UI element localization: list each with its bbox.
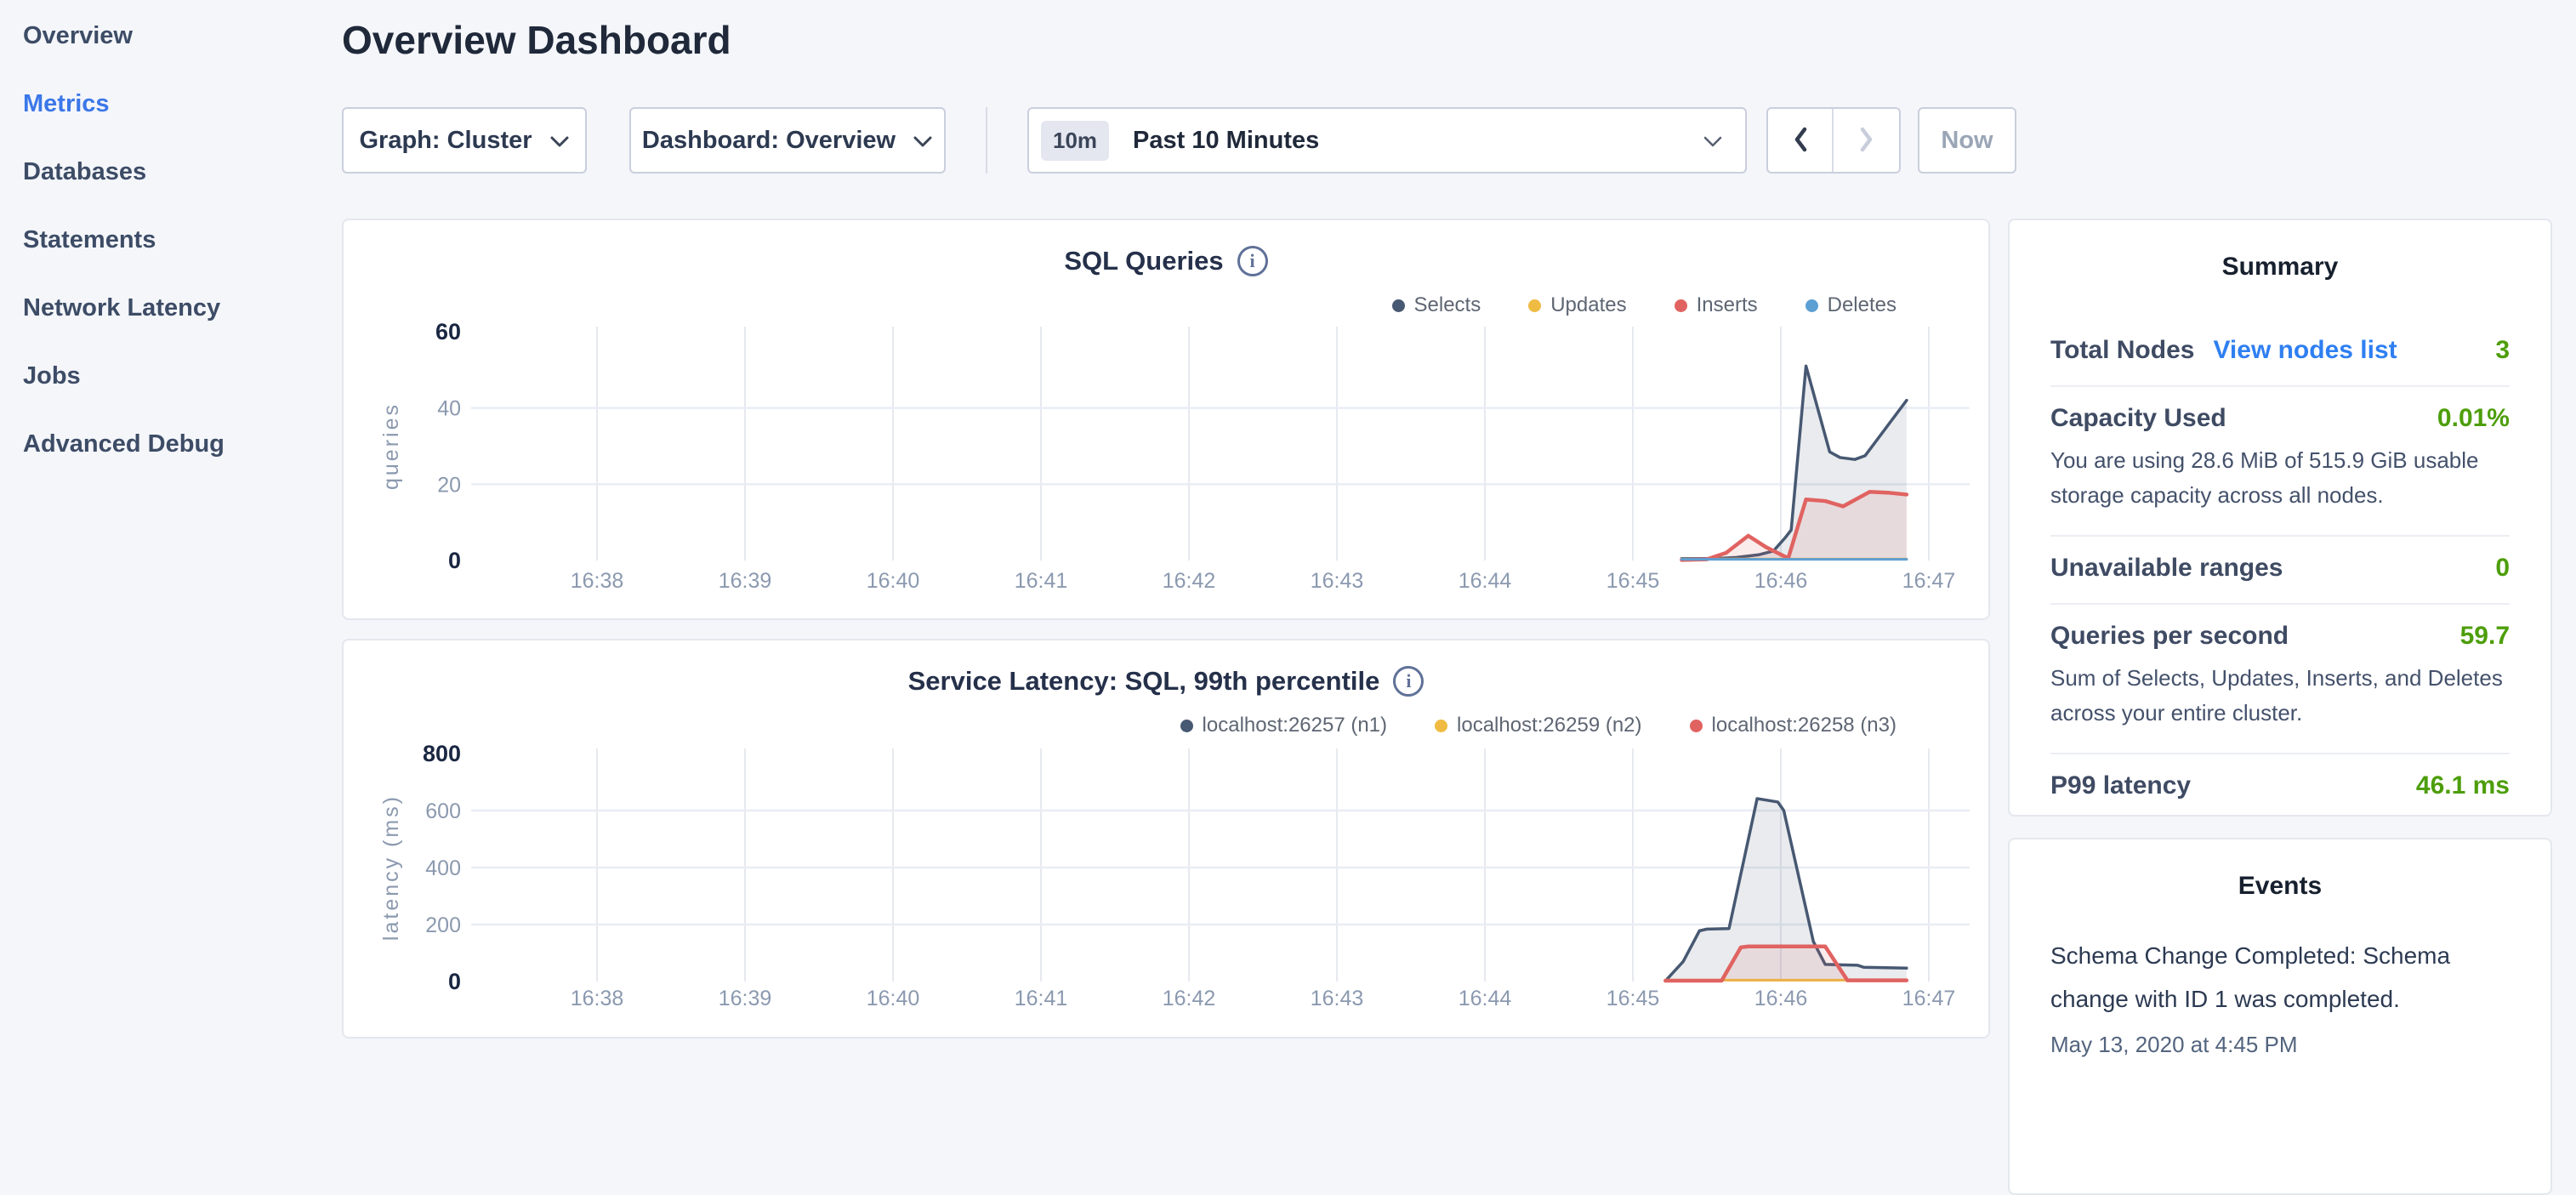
svg-text:16:40: 16:40 xyxy=(867,569,920,593)
summary-heading: Summary xyxy=(2050,253,2510,282)
sidebar-item-metrics[interactable]: Metrics xyxy=(0,70,342,138)
service-latency-panel: Service Latency: SQL, 99th percentileilo… xyxy=(342,639,1990,1039)
event-item[interactable]: Schema Change Completed: Schema change w… xyxy=(2050,935,2510,1058)
sidebar-item-label: Jobs xyxy=(23,362,81,390)
summary-row-label: Queries per second xyxy=(2050,622,2289,651)
svg-text:40: 40 xyxy=(437,397,461,421)
chevron-right-icon xyxy=(1858,126,1875,156)
summary-row-value: 59.7 xyxy=(2460,622,2510,651)
summary-row-description: Sum of Selects, Updates, Inserts, and De… xyxy=(2050,657,2510,739)
svg-text:16:39: 16:39 xyxy=(719,987,772,1010)
view-nodes-list-link[interactable]: View nodes list xyxy=(2213,336,2397,365)
sidebar-item-label: Advanced Debug xyxy=(23,430,225,458)
time-range-label: Past 10 Minutes xyxy=(1133,127,1319,155)
page-title: Overview Dashboard xyxy=(342,17,731,63)
svg-text:16:42: 16:42 xyxy=(1163,569,1216,593)
chevron-down-icon xyxy=(913,127,933,155)
svg-text:16:44: 16:44 xyxy=(1459,987,1512,1010)
summary-row-value: 0.01% xyxy=(2437,404,2510,433)
time-back-button[interactable] xyxy=(1768,109,1834,172)
svg-text:16:42: 16:42 xyxy=(1163,987,1216,1010)
svg-text:16:40: 16:40 xyxy=(867,987,920,1010)
sidebar-item-statements[interactable]: Statements xyxy=(0,206,342,274)
svg-text:16:46: 16:46 xyxy=(1754,987,1808,1010)
time-nav-group xyxy=(1766,107,1901,174)
sidebar-item-overview[interactable]: Overview xyxy=(0,2,342,70)
summary-row-label: P99 latency xyxy=(2050,771,2191,800)
svg-text:16:39: 16:39 xyxy=(719,569,772,593)
svg-text:16:38: 16:38 xyxy=(571,987,624,1010)
controls-divider xyxy=(986,107,987,174)
summary-row: Unavailable ranges 0 xyxy=(2050,537,2510,589)
sidebar-item-label: Statements xyxy=(23,226,156,254)
summary-row: P99 latency 46.1 ms xyxy=(2050,754,2510,807)
graph-scope-dropdown-label: Graph: Cluster xyxy=(359,127,532,155)
service-latency-plot[interactable]: 16:38 16:39 16:40 16:41 16:42 16:43 16:44 16:45… xyxy=(344,640,1988,1037)
svg-text:16:44: 16:44 xyxy=(1459,569,1512,593)
summary-row: Queries per second 59.7 xyxy=(2050,605,2510,657)
svg-text:16:43: 16:43 xyxy=(1311,987,1364,1010)
summary-row: Capacity Used 0.01% xyxy=(2050,387,2510,440)
dashboard-dropdown[interactable]: Dashboard: Overview xyxy=(629,107,946,174)
svg-text:400: 400 xyxy=(425,856,461,880)
svg-text:20: 20 xyxy=(437,473,461,497)
svg-text:800: 800 xyxy=(423,741,461,766)
summary-row-description: You are using 28.6 MiB of 515.9 GiB usab… xyxy=(2050,440,2510,521)
dashboard-dropdown-label: Dashboard: Overview xyxy=(642,127,896,155)
event-message: Schema Change Completed: Schema change w… xyxy=(2050,935,2510,1021)
sidebar-item-network-latency[interactable]: Network Latency xyxy=(0,274,342,342)
sql-queries-plot[interactable]: 16:38 16:39 16:40 16:41 16:42 16:43 16:44 16:45… xyxy=(344,220,1988,618)
sidebar-item-label: Metrics xyxy=(23,90,110,118)
svg-text:0: 0 xyxy=(448,548,461,573)
controls-bar: Graph: Cluster Dashboard: Overview 10m P… xyxy=(342,107,2016,174)
event-timestamp: May 13, 2020 at 4:45 PM xyxy=(2050,1032,2510,1058)
time-range-badge: 10m xyxy=(1041,121,1109,161)
summary-row-value: 3 xyxy=(2495,336,2510,365)
summary-row-value: 46.1 ms xyxy=(2416,771,2510,800)
chevron-down-icon xyxy=(1703,127,1723,155)
svg-text:0: 0 xyxy=(448,969,461,994)
events-heading: Events xyxy=(2050,872,2510,901)
sidebar-item-databases[interactable]: Databases xyxy=(0,138,342,206)
svg-text:200: 200 xyxy=(425,913,461,937)
summary-panel: Summary Total Nodes View nodes list 3 Capac… xyxy=(2008,219,2552,817)
sidebar-nav: Overview Metrics Databases Statements Networ… xyxy=(0,0,342,478)
chevron-left-icon xyxy=(1792,126,1809,156)
svg-text:16:45: 16:45 xyxy=(1606,987,1660,1010)
now-button[interactable]: Now xyxy=(1918,107,2016,174)
sidebar-item-jobs[interactable]: Jobs xyxy=(0,342,342,410)
svg-text:16:47: 16:47 xyxy=(1902,569,1956,593)
svg-text:16:47: 16:47 xyxy=(1902,987,1956,1010)
events-panel: Events Schema Change Completed: Schema c… xyxy=(2008,838,2552,1195)
time-forward-button[interactable] xyxy=(1834,109,1899,172)
summary-row-label: Unavailable ranges xyxy=(2050,554,2283,583)
time-range-dropdown[interactable]: 10m Past 10 Minutes xyxy=(1027,107,1747,174)
sidebar-item-advanced-debug[interactable]: Advanced Debug xyxy=(0,410,342,478)
sidebar-item-label: Network Latency xyxy=(23,294,220,322)
sidebar-item-label: Databases xyxy=(23,158,146,186)
svg-text:16:43: 16:43 xyxy=(1311,569,1364,593)
chevron-down-icon xyxy=(549,127,570,155)
summary-row-value: 0 xyxy=(2495,554,2510,583)
svg-text:60: 60 xyxy=(435,319,461,344)
svg-text:600: 600 xyxy=(425,800,461,823)
graph-scope-dropdown[interactable]: Graph: Cluster xyxy=(342,107,587,174)
summary-row-label: Capacity Used xyxy=(2050,404,2226,433)
svg-text:queries: queries xyxy=(379,402,403,490)
summary-row: Total Nodes View nodes list 3 xyxy=(2050,319,2510,372)
svg-text:16:41: 16:41 xyxy=(1015,569,1068,593)
svg-text:latency (ms): latency (ms) xyxy=(379,794,403,941)
svg-text:16:41: 16:41 xyxy=(1015,987,1068,1010)
svg-text:16:45: 16:45 xyxy=(1606,569,1660,593)
svg-text:16:46: 16:46 xyxy=(1754,569,1808,593)
sidebar-item-label: Overview xyxy=(23,22,133,50)
sql-queries-panel: SQL QueriesiSelectsUpdatesInsertsDeletes… xyxy=(342,219,1990,620)
summary-row-label: Total Nodes xyxy=(2050,336,2194,365)
svg-text:16:38: 16:38 xyxy=(571,569,624,593)
